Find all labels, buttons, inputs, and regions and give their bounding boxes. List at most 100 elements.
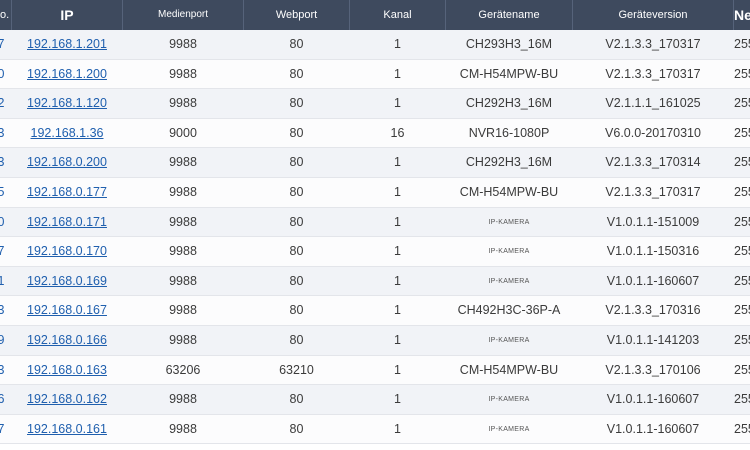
table-row[interactable]: 7 192.168.1.201 9988 80 1 CH293H3_16M V2.1.3.3… xyxy=(0,30,750,60)
device-version-cell: V2.1.1.1_161025 xyxy=(605,96,701,111)
netmask-cell: 255 xyxy=(734,37,750,51)
device-name-cell: NVR16-1080P xyxy=(468,125,550,140)
ip-link[interactable]: 192.168.0.167 xyxy=(27,303,107,317)
device-version-cell: V2.1.3.3_170317 xyxy=(605,184,701,199)
device-table-body: 7 192.168.1.201 9988 80 1 CH293H3_16M V2.1.3.3… xyxy=(0,30,750,445)
ip-link[interactable]: 192.168.1.200 xyxy=(27,67,107,81)
ip-link[interactable]: 192.168.0.169 xyxy=(27,274,107,288)
media-port-cell: 9000 xyxy=(169,125,197,140)
device-name-cell: CM-H54MPW-BU xyxy=(459,66,559,81)
header-web-port[interactable]: Webport xyxy=(244,0,350,30)
ip-link[interactable]: 192.168.0.200 xyxy=(27,155,107,169)
table-row[interactable]: 3 192.168.0.200 9988 80 1 CH292H3_16M V2.1.3.3… xyxy=(0,148,750,178)
media-port-cell: 9988 xyxy=(169,66,197,81)
channel-cell: 1 xyxy=(394,96,401,111)
channel-cell: 1 xyxy=(394,421,401,436)
channel-cell: 1 xyxy=(394,332,401,347)
channel-cell: 1 xyxy=(394,244,401,259)
row-number: 5 xyxy=(0,184,5,199)
device-name-cell: IP-KAMERA xyxy=(488,218,530,226)
netmask-cell: 255 xyxy=(734,273,750,288)
table-header: o. IP Medienport Webport Kanal Gerätenam… xyxy=(0,0,750,30)
device-name-cell: CH292H3_16M xyxy=(465,155,553,170)
row-number: 1 xyxy=(0,273,5,288)
table-row[interactable]: 1 192.168.0.169 9988 80 1 IP-KAMERA V1.0.1.1-1… xyxy=(0,266,750,297)
header-channel[interactable]: Kanal xyxy=(350,0,446,30)
media-port-cell: 9988 xyxy=(169,155,197,170)
ip-cell: 192.168.1.200 xyxy=(12,60,122,89)
device-version-cell: V2.1.3.3_170317 xyxy=(605,66,701,81)
ip-link[interactable]: 192.168.1.36 xyxy=(31,126,104,140)
header-ip[interactable]: IP xyxy=(12,0,123,30)
table-row[interactable]: 3 192.168.1.36 9000 80 16 NVR16-1080P V6.0.0-2… xyxy=(0,118,750,149)
ip-link[interactable]: 192.168.0.162 xyxy=(27,392,107,406)
ip-cell: 192.168.1.36 xyxy=(12,119,122,148)
media-port-cell: 63206 xyxy=(165,362,201,377)
table-row[interactable]: 7 192.168.0.161 9988 80 1 IP-KAMERA V1.0.1.1-1… xyxy=(0,414,750,445)
table-row[interactable]: 9 192.168.0.166 9988 80 1 IP-KAMERA V1.0.1.1-1… xyxy=(0,325,750,356)
device-name-cell: IP-KAMERA xyxy=(488,336,530,344)
header-media-port[interactable]: Medienport xyxy=(123,0,244,30)
channel-cell: 1 xyxy=(394,392,401,407)
row-number: 7 xyxy=(0,421,5,436)
netmask-cell: 255 xyxy=(734,303,750,318)
web-port-cell: 80 xyxy=(289,244,304,259)
ip-link[interactable]: 192.168.0.177 xyxy=(27,185,107,199)
ip-cell: 192.168.0.161 xyxy=(12,415,122,444)
header-device-name[interactable]: Gerätename xyxy=(446,0,573,30)
web-port-cell: 80 xyxy=(289,332,304,347)
ip-link[interactable]: 192.168.1.201 xyxy=(27,37,107,51)
ip-link[interactable]: 192.168.1.120 xyxy=(27,96,107,110)
device-version-cell: V2.1.3.3_170106 xyxy=(605,362,701,377)
device-name-cell: IP-KAMERA xyxy=(488,425,530,433)
table-row[interactable]: 0 192.168.1.200 9988 80 1 CM-H54MPW-BU V2.1.3.… xyxy=(0,59,750,90)
ip-cell: 192.168.0.171 xyxy=(12,208,122,237)
ip-link[interactable]: 192.168.0.163 xyxy=(27,363,107,377)
web-port-cell: 80 xyxy=(289,392,304,407)
web-port-cell: 80 xyxy=(289,184,304,199)
table-row[interactable]: 3 192.168.0.163 63206 63210 1 CM-H54MPW-BU V2.… xyxy=(0,355,750,386)
device-version-cell: V2.1.3.3_170317 xyxy=(605,37,701,51)
row-number: 7 xyxy=(0,244,5,259)
media-port-cell: 9988 xyxy=(169,184,197,199)
ip-link[interactable]: 192.168.0.170 xyxy=(27,244,107,258)
netmask-cell: 255 xyxy=(734,392,750,407)
header-device-version[interactable]: Geräteversion xyxy=(573,0,734,30)
channel-cell: 1 xyxy=(394,37,401,51)
device-name-cell: CH492H3C-36P-A xyxy=(457,303,561,318)
channel-cell: 1 xyxy=(394,303,401,318)
netmask-cell: 255 xyxy=(734,96,750,111)
ip-link[interactable]: 192.168.0.161 xyxy=(27,422,107,436)
ip-cell: 192.168.0.177 xyxy=(12,178,122,207)
table-row[interactable]: 5 192.168.0.177 9988 80 1 CM-H54MPW-BU V2.1.3.… xyxy=(0,177,750,208)
device-version-cell: V2.1.3.3_170314 xyxy=(605,155,701,170)
media-port-cell: 9988 xyxy=(169,392,197,407)
device-version-cell: V1.0.1.1-160607 xyxy=(606,421,700,436)
media-port-cell: 9988 xyxy=(169,332,197,347)
netmask-cell: 255 xyxy=(734,214,750,229)
ip-cell: 192.168.1.120 xyxy=(12,89,122,118)
device-version-cell: V1.0.1.1-141203 xyxy=(606,332,700,347)
channel-cell: 1 xyxy=(394,155,401,170)
netmask-cell: 255 xyxy=(734,184,750,199)
header-no[interactable]: o. xyxy=(0,0,12,30)
ip-cell: 192.168.0.162 xyxy=(12,385,122,414)
ip-link[interactable]: 192.168.0.171 xyxy=(27,215,107,229)
device-name-cell: IP-KAMERA xyxy=(488,277,530,285)
row-number: 2 xyxy=(0,96,5,111)
netmask-cell: 255 xyxy=(734,421,750,436)
table-row[interactable]: 0 192.168.0.171 9988 80 1 IP-KAMERA V1.0.1.1-1… xyxy=(0,207,750,238)
web-port-cell: 80 xyxy=(289,66,304,81)
device-name-cell: CM-H54MPW-BU xyxy=(459,184,559,199)
table-row[interactable]: 3 192.168.0.167 9988 80 1 CH492H3C-36P-A V2.1.… xyxy=(0,296,750,326)
media-port-cell: 9988 xyxy=(169,244,197,259)
header-netmask[interactable]: Ne xyxy=(734,0,750,30)
table-row[interactable]: 7 192.168.0.170 9988 80 1 IP-KAMERA V1.0.1.1-1… xyxy=(0,237,750,267)
table-row[interactable]: 2 192.168.1.120 9988 80 1 CH292H3_16M V2.1.1.1… xyxy=(0,89,750,119)
device-name-cell: CM-H54MPW-BU xyxy=(459,362,559,377)
web-port-cell: 80 xyxy=(289,214,304,229)
table-row[interactable]: 6 192.168.0.162 9988 80 1 IP-KAMERA V1.0.1.1-1… xyxy=(0,385,750,415)
channel-cell: 1 xyxy=(394,214,401,229)
device-version-cell: V1.0.1.1-160607 xyxy=(606,392,700,407)
ip-link[interactable]: 192.168.0.166 xyxy=(27,333,107,347)
